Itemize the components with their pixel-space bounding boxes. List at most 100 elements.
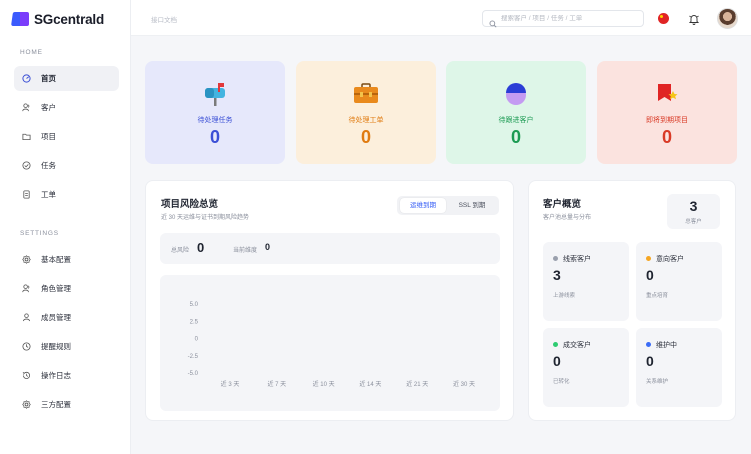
check-circle-icon [22, 161, 31, 170]
customer-card-label: 线索客户 [563, 256, 591, 263]
x-tick-label: 近 3 天 [221, 380, 240, 388]
tab-ssl-expiry[interactable]: SSL 到期 [448, 198, 496, 213]
x-tick-label: 近 7 天 [267, 380, 286, 388]
stat-value: 0 [510, 127, 521, 147]
stat-label: 即将到期项目 [646, 117, 688, 124]
sidebar: SGcentrald HOME 首页 客户 项目 任务 工单 SETTINGS … [0, 0, 131, 454]
customer-card-value: 0 [553, 353, 561, 369]
sidebar-item-label: 提醒规则 [41, 342, 71, 351]
x-tick-label: 近 14 天 [359, 380, 381, 388]
sidebar-item-label: 工单 [41, 190, 56, 199]
stat-card-expiring-projects[interactable]: 即将到期项目 0 [597, 61, 737, 164]
status-dot-icon [553, 342, 558, 347]
sidebar-item-label: 任务 [41, 161, 56, 170]
risk-overview-panel: 项目风险总览 近 30 天运维与证书到期风险趋势 运维到期 SSL 到期 总风险… [145, 180, 514, 421]
stat-value: 0 [209, 127, 220, 147]
customer-card-label: 维护中 [656, 342, 677, 349]
api-docs-link[interactable]: 接口文档 [151, 14, 177, 24]
mailbox-icon [201, 81, 229, 107]
user-avatar[interactable] [717, 8, 738, 29]
current-dimension-label: 当前维度 [233, 248, 258, 254]
sidebar-item-tickets[interactable]: 工单 [14, 182, 119, 207]
customer-card-label: 成交客户 [563, 342, 591, 349]
customer-card-maintaining[interactable]: 维护中 0 关系维护 [636, 328, 722, 407]
sidebar-item-customers[interactable]: 客户 [14, 95, 119, 120]
customer-card-intent[interactable]: 意向客户 0 重点培育 [636, 242, 722, 321]
briefcase-icon [352, 81, 380, 107]
customer-card-sub: 上游线索 [553, 293, 576, 299]
sidebar-item-projects[interactable]: 项目 [14, 124, 119, 149]
risk-panel-title: 项目风险总览 [161, 199, 219, 210]
customer-card-value: 0 [646, 353, 654, 369]
customer-panel-subtitle: 客户池总量与分布 [543, 215, 592, 221]
current-dimension-value: 0 [265, 242, 271, 252]
dashboard-icon [22, 74, 31, 83]
stat-card-pending-tickets[interactable]: 待处理工单 0 [296, 61, 436, 164]
sidebar-item-operation-log[interactable]: 操作日志 [14, 363, 119, 388]
stat-label: 待处理任务 [197, 117, 233, 124]
total-customers-value: 3 [689, 198, 698, 214]
app-name: SGcentrald [34, 11, 105, 27]
sidebar-item-label: 操作日志 [41, 371, 71, 380]
sidebar-item-label: 首页 [41, 74, 56, 83]
risk-type-toggle: 运维到期 SSL 到期 [397, 196, 499, 215]
sidebar-item-label: 三方配置 [41, 400, 71, 409]
risk-panel-subtitle: 近 30 天运维与证书到期风险趋势 [161, 215, 250, 221]
notification-bell-icon[interactable] [688, 12, 700, 25]
logo-mark-icon [11, 12, 30, 26]
search-input[interactable] [501, 15, 641, 22]
flag-icon [653, 81, 681, 107]
total-risk-value: 0 [197, 240, 205, 255]
total-customers-label: 总客户 [685, 219, 702, 225]
document-icon [22, 190, 31, 199]
settings-section-label: SETTINGS [20, 230, 59, 237]
users-icon [22, 284, 31, 293]
customer-card-label: 意向客户 [656, 256, 684, 263]
customer-overview-panel: 客户概览 客户池总量与分布 3 总客户 线索客户 3 上游线索 意向客户 0 重… [528, 180, 736, 421]
sidebar-item-tasks[interactable]: 任务 [14, 153, 119, 178]
stat-label: 待跟进客户 [498, 117, 534, 124]
x-tick-label: 近 21 天 [406, 380, 428, 388]
stat-card-pending-tasks[interactable]: 待处理任务 0 [145, 61, 285, 164]
sidebar-item-basic-config[interactable]: 基本配置 [14, 247, 119, 272]
y-tick-label: 5.0 [190, 302, 199, 308]
y-tick-label: -2.5 [188, 354, 199, 360]
tab-ops-expiry[interactable]: 运维到期 [400, 198, 446, 213]
user-icon [22, 313, 31, 322]
sidebar-item-label: 项目 [41, 132, 56, 141]
top-header: 接口文档 [131, 0, 751, 36]
customer-card-value: 0 [646, 267, 654, 283]
person-icon [502, 81, 530, 107]
sidebar-item-third-party[interactable]: 三方配置 [14, 392, 119, 417]
x-tick-label: 近 30 天 [453, 380, 475, 388]
clock-icon [22, 342, 31, 351]
total-customers-box: 3 总客户 [667, 194, 720, 229]
sidebar-item-reminder-rules[interactable]: 提醒规则 [14, 334, 119, 359]
history-icon [22, 371, 31, 380]
customer-card-leads[interactable]: 线索客户 3 上游线索 [543, 242, 629, 321]
risk-trend-chart-svg: 5.0 2.5 0 -2.5 -5.0 近 3 天 近 7 天 近 10 天 近 14 天 近 2… [188, 302, 475, 388]
gear-icon [22, 255, 31, 264]
customer-card-sub: 重点培育 [646, 293, 669, 299]
customer-card-sub: 关系维护 [646, 379, 669, 385]
search-icon [489, 15, 497, 28]
folder-icon [22, 132, 31, 141]
sidebar-item-home[interactable]: 首页 [14, 66, 119, 91]
search-box[interactable] [482, 10, 644, 28]
customer-card-sub: 已转化 [553, 379, 570, 385]
stat-card-followup-customers[interactable]: 待跟进客户 0 [446, 61, 586, 164]
app-logo[interactable]: SGcentrald [11, 9, 105, 29]
sidebar-item-roles[interactable]: 角色管理 [14, 276, 119, 301]
total-risk-label: 总风险 [171, 248, 190, 254]
sidebar-item-label: 客户 [41, 103, 56, 112]
customer-card-closed[interactable]: 成交客户 0 已转化 [543, 328, 629, 407]
y-tick-label: 2.5 [190, 319, 199, 325]
sidebar-item-label: 基本配置 [41, 255, 71, 264]
risk-trend-chart: 5.0 2.5 0 -2.5 -5.0 近 3 天 近 7 天 近 10 天 近 14 天 近 2… [160, 275, 500, 411]
gear-icon [22, 400, 31, 409]
home-section-label: HOME [20, 49, 43, 56]
sidebar-item-members[interactable]: 成员管理 [14, 305, 119, 330]
customer-card-value: 3 [553, 267, 561, 283]
language-flag-icon[interactable] [658, 13, 669, 24]
x-tick-label: 近 10 天 [313, 380, 335, 388]
